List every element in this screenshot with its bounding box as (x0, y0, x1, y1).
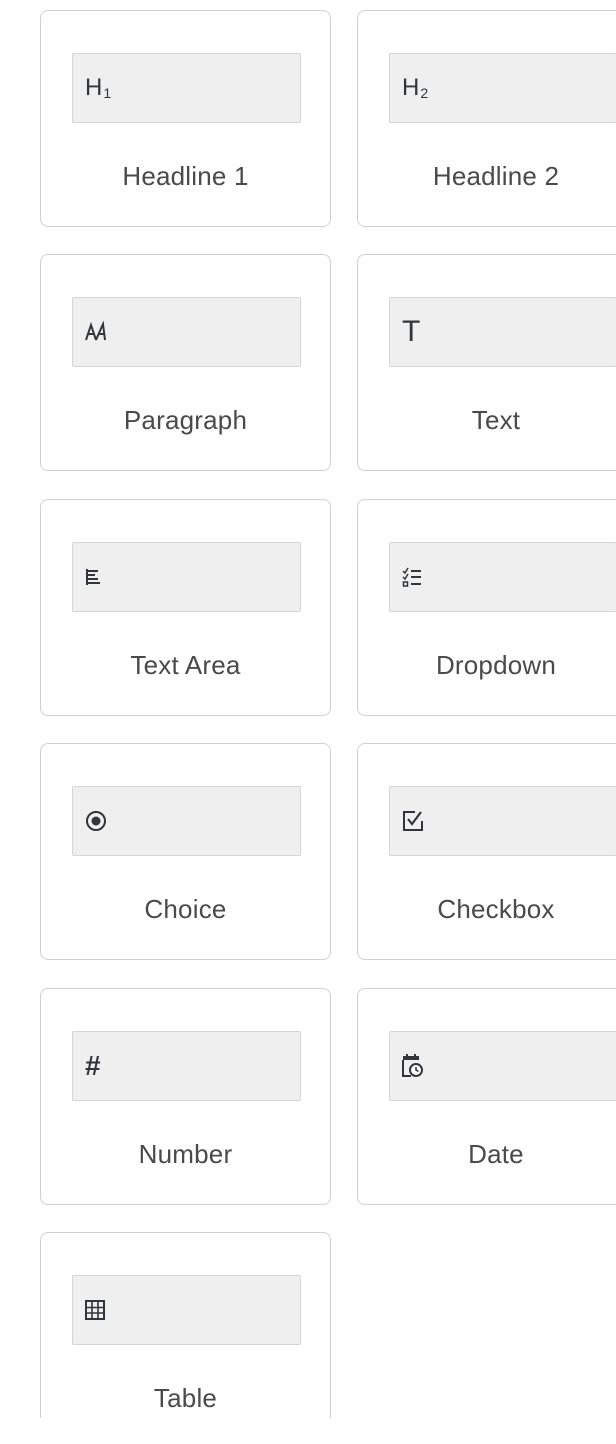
tile-label: Number (138, 1139, 233, 1169)
tile-preview (389, 542, 616, 612)
tile-text[interactable]: T Text (357, 254, 616, 471)
headline-2-icon: H2 (402, 74, 429, 101)
text-icon: T (402, 315, 421, 348)
tile-label: Dropdown (435, 650, 557, 680)
paragraph-icon (85, 298, 111, 366)
tile-label: Text Area (130, 650, 241, 680)
tile-preview: H2 (389, 53, 616, 123)
table-grid-icon (85, 1276, 105, 1344)
tile-table[interactable]: Table (40, 1232, 331, 1418)
dropdown-list-icon (402, 543, 422, 611)
text-area-icon (85, 543, 101, 611)
tile-number[interactable]: # Number (40, 988, 331, 1205)
tile-headline-2[interactable]: H2 Headline 2 (357, 10, 616, 227)
tile-label: Choice (144, 894, 227, 924)
calendar-clock-icon (402, 1032, 424, 1100)
tile-dropdown[interactable]: Dropdown (357, 499, 616, 716)
tile-checkbox[interactable]: Checkbox (357, 743, 616, 960)
tile-preview: H1 (72, 53, 301, 123)
tile-label: Table (153, 1383, 218, 1413)
tile-label: Headline 2 (432, 161, 560, 191)
control-palette: H1 Headline 1 H2 Headline 2 Paragraph T … (0, 0, 616, 1444)
checkbox-icon (402, 787, 424, 855)
tile-preview (72, 297, 301, 367)
tile-label: Text (471, 405, 521, 435)
tile-preview (72, 1275, 301, 1345)
number-icon: # (85, 1050, 101, 1081)
tile-preview (72, 786, 301, 856)
radio-button-icon (85, 787, 107, 855)
tile-preview (72, 542, 301, 612)
tile-paragraph[interactable]: Paragraph (40, 254, 331, 471)
headline-1-icon: H1 (85, 74, 112, 101)
tile-choice[interactable]: Choice (40, 743, 331, 960)
tile-label: Paragraph (123, 405, 248, 435)
tile-preview: T (389, 297, 616, 367)
tile-label: Headline 1 (122, 161, 249, 191)
tile-text-area[interactable]: Text Area (40, 499, 331, 716)
tile-label: Checkbox (437, 894, 555, 924)
tile-preview (389, 1031, 616, 1101)
tile-date[interactable]: Date (357, 988, 616, 1205)
tile-headline-1[interactable]: H1 Headline 1 (40, 10, 331, 227)
tile-preview (389, 786, 616, 856)
tile-preview: # (72, 1031, 301, 1101)
tile-label: Date (468, 1139, 524, 1169)
